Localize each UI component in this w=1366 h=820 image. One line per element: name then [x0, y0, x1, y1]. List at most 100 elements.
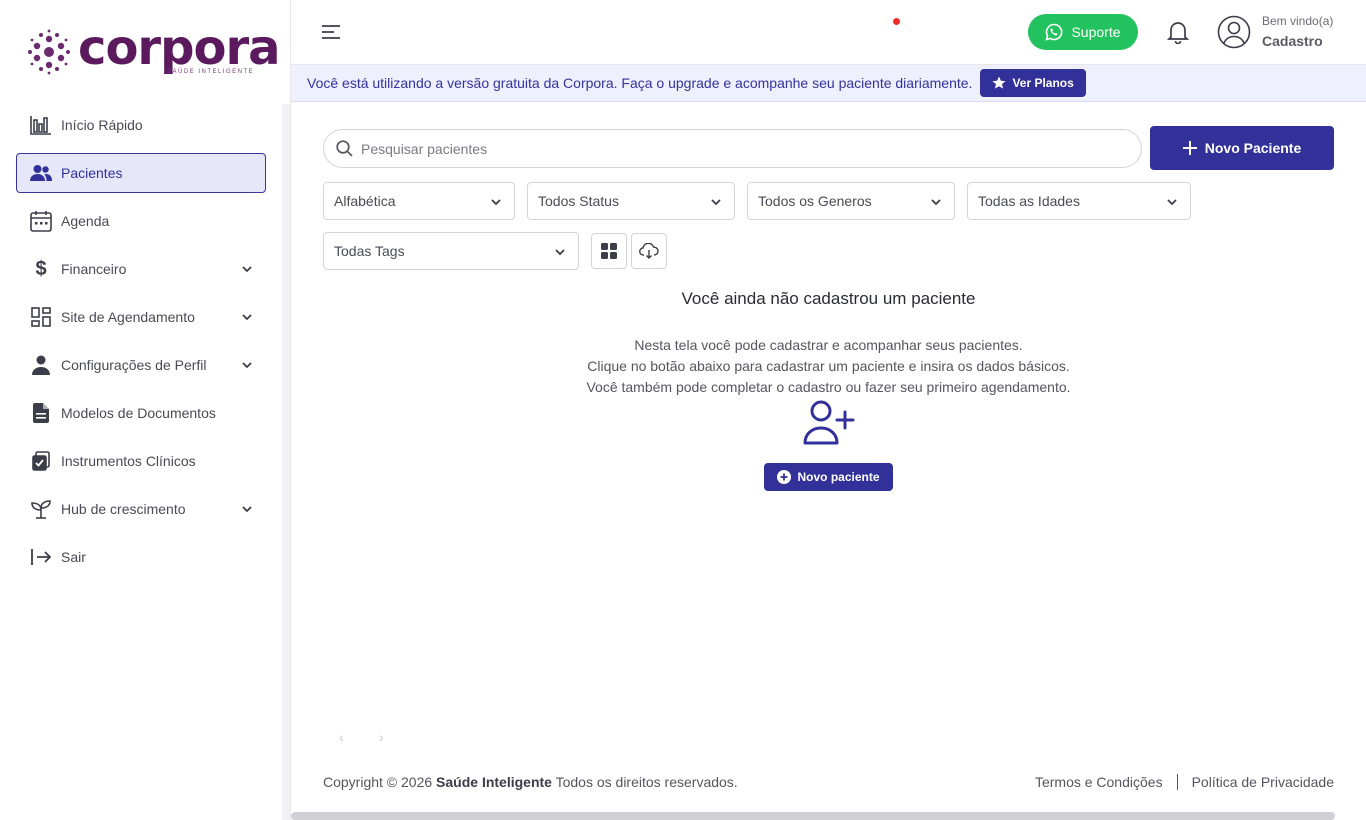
pager-prev-button[interactable]: ‹ [339, 729, 344, 745]
sort-select-value: Alfabética [334, 193, 396, 209]
document-icon [29, 401, 53, 425]
privacy-link[interactable]: Política de Privacidade [1192, 774, 1334, 790]
logout-icon [29, 545, 53, 569]
upgrade-banner: Você está utilizando a versão gratuita d… [291, 65, 1366, 102]
new-patient-label: Novo Paciente [1204, 140, 1302, 156]
logo-tagline: SAÚDE INTELIGENTE [167, 69, 255, 75]
logo-mark-icon [28, 29, 70, 75]
plus-circle-icon [777, 470, 792, 484]
avatar-icon[interactable] [1217, 15, 1251, 49]
view-plans-button[interactable]: Ver Planos [980, 69, 1086, 97]
sidebar-item-agenda[interactable]: Agenda [16, 201, 266, 241]
search-input[interactable] [361, 140, 1121, 157]
patient-search[interactable] [323, 129, 1142, 168]
age-select-value: Todas as Idades [978, 193, 1080, 209]
age-select[interactable]: Todas as Idades [967, 182, 1191, 220]
grid-icon [601, 243, 617, 259]
empty-new-patient-label: Novo paciente [797, 470, 880, 484]
empty-state-title: Você ainda não cadastrou um paciente [681, 289, 976, 308]
sidebar-item-label: Financeiro [61, 261, 127, 277]
copyright: Copyright © 2026 Saúde Inteligente Todos… [323, 774, 738, 790]
chevron-down-icon [555, 249, 565, 256]
sidebar-item-pacientes[interactable]: Pacientes [16, 153, 266, 193]
sidebar-divider [290, 0, 291, 820]
support-label: Suporte [1071, 24, 1121, 40]
empty-state-line-1: Nesta tela você pode cadastrar e acompan… [634, 337, 1023, 353]
company-name: Saúde Inteligente [436, 774, 552, 790]
chevron-down-icon [242, 362, 252, 369]
chevron-down-icon [491, 199, 501, 206]
chevron-down-icon [242, 314, 252, 321]
top-header: Suporte Bem vindo(a) Cadastro [291, 0, 1366, 65]
sidebar-item-label: Pacientes [61, 165, 123, 181]
bar-chart-icon [29, 113, 53, 137]
menu-toggle-icon[interactable] [321, 22, 341, 42]
sidebar-nav: Início Rápido Pacientes Agenda $ Finance… [16, 105, 266, 585]
sidebar: corpora SAÚDE INTELIGENTE Início Rápido … [0, 0, 282, 820]
sidebar-scrollbar[interactable] [282, 104, 290, 820]
grid-view-button[interactable] [591, 233, 627, 269]
empty-new-patient-button[interactable]: Novo paciente [764, 463, 893, 491]
sidebar-item-sair[interactable]: Sair [16, 537, 266, 577]
sidebar-item-modelos-documentos[interactable]: Modelos de Documentos [16, 393, 266, 433]
whatsapp-icon [1045, 23, 1063, 41]
sidebar-item-label: Agenda [61, 213, 110, 229]
dashboard-icon [29, 305, 53, 329]
gender-select[interactable]: Todos os Generos [747, 182, 955, 220]
sprout-icon [29, 497, 53, 521]
status-select[interactable]: Todos Status [527, 182, 735, 220]
view-plans-label: Ver Planos [1012, 76, 1074, 90]
add-user-icon [803, 400, 855, 445]
terms-link[interactable]: Termos e Condições [1035, 774, 1163, 790]
new-patient-button[interactable]: Novo Paciente [1150, 126, 1334, 170]
users-icon [29, 161, 53, 185]
status-select-value: Todos Status [538, 193, 619, 209]
gender-select-value: Todos os Generos [758, 193, 872, 209]
cloud-download-icon [639, 243, 659, 259]
calendar-icon [29, 209, 53, 233]
copyright-rights: Todos os direitos reservados. [555, 774, 738, 790]
notifications-bell-icon[interactable] [1167, 20, 1189, 44]
chevron-down-icon [1167, 199, 1177, 206]
notification-badge [893, 18, 900, 25]
corpora-logo[interactable]: corpora SAÚDE INTELIGENTE [26, 20, 280, 76]
plus-icon [1182, 141, 1197, 155]
sidebar-item-label: Site de Agendamento [61, 309, 195, 325]
empty-state-line-3: Você também pode completar o cadastro ou… [586, 379, 1071, 395]
banner-text: Você está utilizando a versão gratuita d… [307, 75, 973, 91]
sidebar-item-label: Instrumentos Clínicos [61, 453, 196, 469]
chevron-down-icon [931, 199, 941, 206]
sidebar-item-site-agendamento[interactable]: Site de Agendamento [16, 297, 266, 337]
chevron-down-icon [711, 199, 721, 206]
cloud-download-button[interactable] [631, 233, 667, 269]
sidebar-item-hub-crescimento[interactable]: Hub de crescimento [16, 489, 266, 529]
sidebar-item-financeiro[interactable]: $ Financeiro [16, 249, 266, 289]
sidebar-item-label: Início Rápido [61, 117, 143, 133]
sidebar-item-configuracoes-perfil[interactable]: Configurações de Perfil [16, 345, 266, 385]
chevron-down-icon [242, 266, 252, 273]
footer-links: Termos e Condições Política de Privacida… [1035, 774, 1334, 790]
empty-state-line-2: Clique no botão abaixo para cadastrar um… [587, 358, 1070, 374]
welcome-text: Bem vindo(a) [1262, 14, 1334, 28]
sidebar-item-inicio-rapido[interactable]: Início Rápido [16, 105, 266, 145]
copyright-prefix: Copyright © 2026 [323, 774, 433, 790]
support-button[interactable]: Suporte [1028, 14, 1138, 50]
clipboard-icon [29, 449, 53, 473]
user-name[interactable]: Cadastro [1262, 33, 1323, 49]
sort-select[interactable]: Alfabética [323, 182, 515, 220]
horizontal-scrollbar[interactable] [291, 812, 1335, 820]
dollar-icon: $ [35, 257, 47, 280]
chevron-down-icon [242, 506, 252, 513]
sidebar-item-label: Modelos de Documentos [61, 405, 216, 421]
logo-wordmark: corpora [78, 20, 280, 76]
tags-select-value: Todas Tags [334, 243, 405, 259]
search-icon [336, 140, 353, 157]
footer-separator [1176, 774, 1178, 790]
user-icon [29, 353, 53, 377]
tags-select[interactable]: Todas Tags [323, 232, 579, 270]
star-icon [992, 76, 1006, 89]
sidebar-item-instrumentos-clinicos[interactable]: Instrumentos Clínicos [16, 441, 266, 481]
pager-next-button[interactable]: › [379, 729, 384, 745]
sidebar-item-label: Hub de crescimento [61, 501, 186, 517]
sidebar-item-label: Sair [61, 549, 86, 565]
